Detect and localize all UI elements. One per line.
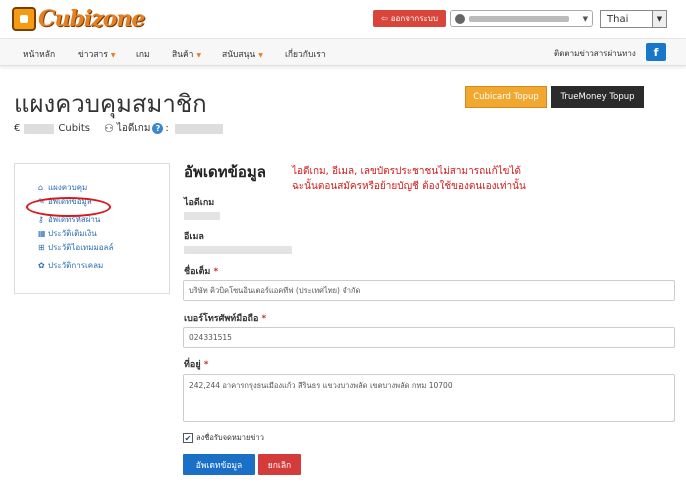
update-info-button[interactable]: อัพเดทข้อมูล bbox=[183, 454, 255, 475]
sidebar-item-claim-history[interactable]: ✿ ประวัติการเคลม bbox=[15, 259, 169, 271]
address-field-label: ที่อยู่ * bbox=[184, 360, 209, 370]
dropdown-arrow-icon: ▼ bbox=[652, 11, 666, 27]
name-field-label: ชื่อเต็ม * bbox=[184, 267, 219, 277]
email-field-label: อีเมล bbox=[184, 232, 204, 242]
logo-text: Cubizone bbox=[38, 6, 145, 32]
home-icon: ⌂ bbox=[38, 182, 44, 192]
main-nav: หน้าหลัก ข่าวสาร ▼ เกม สินค้า ▼ สนับสนุน ▼ … bbox=[0, 38, 686, 66]
truemoney-topup-button[interactable]: TrueMoney Topup bbox=[551, 86, 644, 108]
account-name-redacted bbox=[469, 15, 569, 22]
logo-icon bbox=[12, 7, 36, 31]
follow-label: ติดตามข่าวสารผ่านทาง bbox=[554, 49, 636, 58]
page-title: แผงควบคุมสมาชิก bbox=[14, 90, 207, 118]
warning-note: ไอดีเกม, อีเมล, เลขบัตรประชาชนไม่สามารถแ… bbox=[292, 166, 526, 192]
facebook-icon[interactable]: f bbox=[646, 43, 666, 61]
nav-item-about[interactable]: เกี่ยวกับเรา bbox=[285, 47, 326, 61]
address-textarea[interactable]: 242,244 อาคารกรุงธนเมืองแก้ว สีรินธร แขว… bbox=[183, 374, 675, 422]
nav-item-home[interactable]: หน้าหลัก bbox=[23, 47, 55, 61]
game-id-value-redacted bbox=[184, 212, 220, 220]
email-value-redacted bbox=[184, 246, 292, 254]
calendar-icon: ▦ bbox=[38, 228, 46, 238]
help-icon[interactable]: ? bbox=[152, 123, 164, 134]
nav-item-products[interactable]: สินค้า ▼ bbox=[172, 47, 201, 61]
game-id-field-label: ไอดีเกม bbox=[184, 198, 215, 208]
sign-out-icon: ⇦ bbox=[381, 14, 388, 23]
chevron-down-icon: ▼ bbox=[582, 14, 588, 23]
sidebar-menu: ⌂ แผงควบคุม ✎ อัพเดทข้อมูล ⚷ อัพเดทรหัสผ… bbox=[14, 163, 170, 294]
form-title: อัพเดทข้อมูล bbox=[184, 163, 266, 181]
caret-down-icon: ▼ bbox=[110, 52, 116, 59]
cancel-button[interactable]: ยกเลิก bbox=[258, 454, 301, 475]
language-select[interactable]: Thai ▼ bbox=[600, 10, 667, 28]
game-id-redacted bbox=[174, 123, 223, 134]
account-stats: € Cubits ⚇ ไอดีเกม ? : bbox=[14, 121, 223, 136]
sidebar-item-itemmall-history[interactable]: ⊞ ประวัติไอเทมมอลล์ bbox=[15, 241, 169, 253]
top-bar: Cubizone ⇦ ออกจากระบบ ▼ Thai ▼ bbox=[0, 0, 686, 38]
newsletter-checkbox[interactable]: ✔ bbox=[183, 433, 193, 443]
logout-button[interactable]: ⇦ ออกจากระบบ bbox=[373, 10, 446, 27]
caret-down-icon: ▼ bbox=[258, 52, 263, 59]
nav-item-news[interactable]: ข่าวสาร ▼ bbox=[78, 47, 116, 61]
account-dropdown[interactable]: ▼ bbox=[450, 10, 593, 27]
site-logo[interactable]: Cubizone bbox=[12, 6, 145, 32]
nav-item-support[interactable]: สนับสนุน ▼ bbox=[222, 47, 263, 61]
caret-down-icon: ▼ bbox=[196, 52, 202, 59]
gamepad-icon: ⚇ bbox=[103, 122, 114, 135]
newsletter-label: ลงชื่อรับจดหมายข่าว bbox=[196, 433, 264, 442]
phone-input[interactable]: 024331515 bbox=[183, 327, 675, 348]
cubits-label: Cubits bbox=[58, 123, 90, 134]
sidebar-item-dashboard[interactable]: ⌂ แผงควบคุม bbox=[15, 181, 169, 193]
highlight-circle bbox=[26, 197, 111, 217]
sidebar-item-topup-history[interactable]: ▦ ประวัติเติมเงิน bbox=[15, 227, 169, 239]
logout-label: ออกจากระบบ bbox=[390, 14, 438, 23]
cubicard-topup-button[interactable]: Cubicard Topup bbox=[465, 86, 547, 108]
game-id-label: ไอดีเกม bbox=[116, 123, 151, 134]
phone-field-label: เบอร์โทรศัพท์มือถือ * bbox=[184, 314, 267, 324]
newsletter-row: ✔ ลงชื่อรับจดหมายข่าว bbox=[183, 432, 264, 444]
language-value: Thai bbox=[607, 13, 629, 25]
key-icon: ⚷ bbox=[38, 214, 44, 224]
euro-icon: € bbox=[14, 123, 21, 134]
full-name-input[interactable]: บริษัท คิวบิคโซนอินเตอร์แอคทีฟ (ประเทศไท… bbox=[183, 280, 675, 301]
cart-icon: ⊞ bbox=[38, 242, 45, 252]
gift-icon: ✿ bbox=[38, 260, 45, 270]
user-avatar-icon bbox=[455, 13, 465, 24]
cubits-balance-redacted bbox=[24, 123, 55, 134]
nav-item-games[interactable]: เกม bbox=[136, 47, 150, 61]
